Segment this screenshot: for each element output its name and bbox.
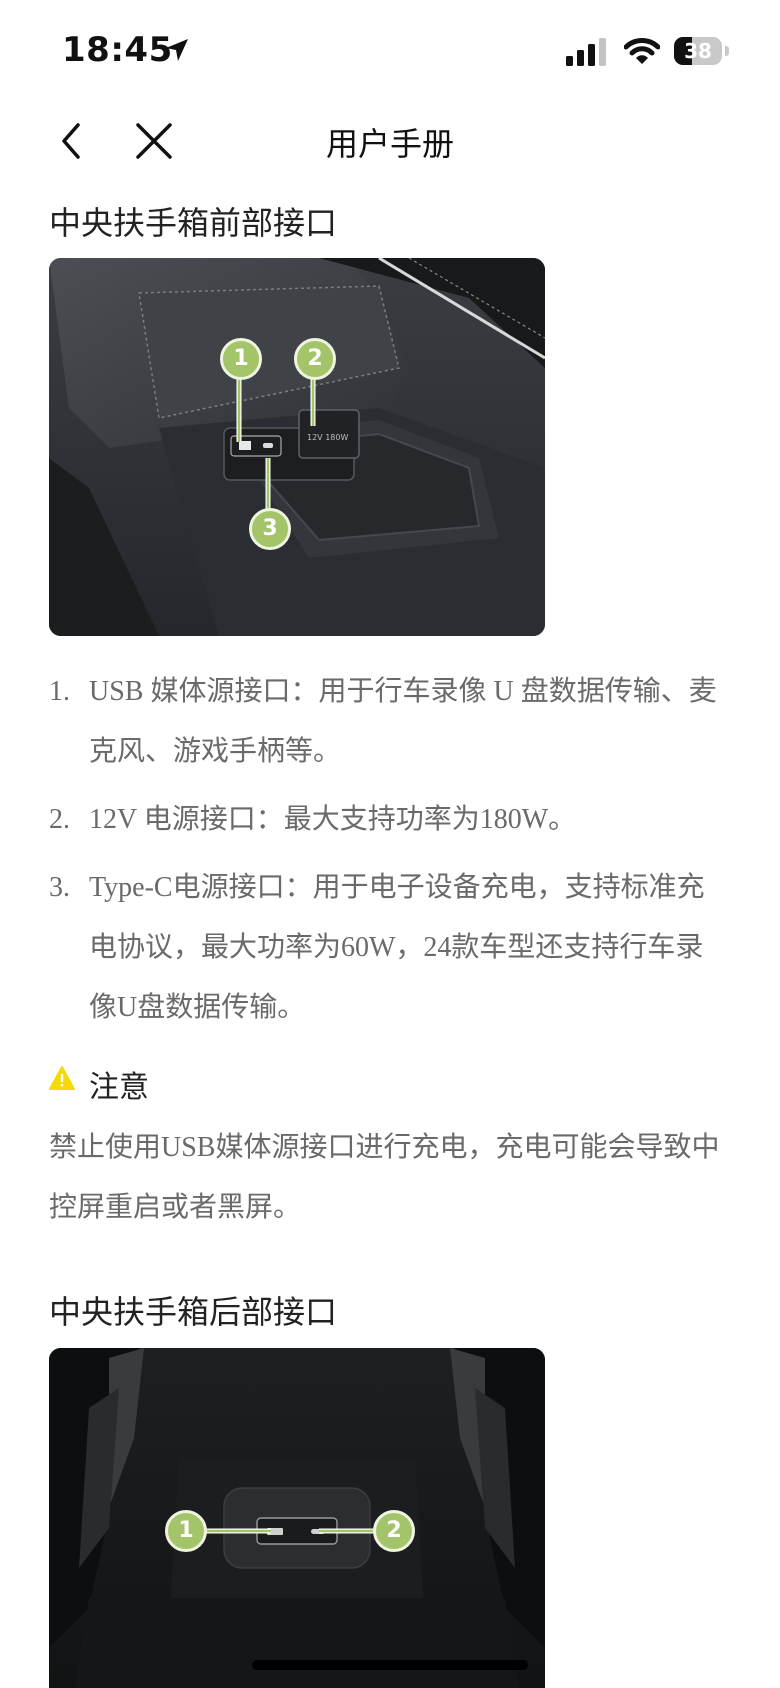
nav-bar: 用户手册	[0, 105, 780, 175]
note-text: 禁止使用USB媒体源接口进行充电，充电可能会导致中控屏重启或者黑屏。	[49, 1132, 720, 1223]
rear-callout-1: 1	[165, 1510, 207, 1552]
rear-callout-2: 2	[373, 1510, 415, 1552]
svg-text:12V 180W: 12V 180W	[307, 433, 348, 442]
front-section-title: 中央扶手箱前部接口	[49, 204, 338, 242]
warning-icon	[49, 1066, 75, 1090]
callout-3: 3	[249, 508, 291, 550]
list-item-text: 12V 电源接口：最大支持功率为180W。	[89, 804, 577, 835]
note-label: 注意	[89, 1070, 149, 1105]
list-item-number: 3.	[49, 872, 70, 903]
list-item: 1. USB 媒体源接口：用于行车录像 U 盘数据传输、麦克风、游戏手柄等。	[49, 662, 729, 782]
status-time: 18:45	[62, 30, 173, 70]
list-item: 3. Type-C电源接口：用于电子设备充电，支持标准充电协议，最大功率为60W…	[49, 858, 729, 1038]
location-arrow-icon	[166, 39, 188, 61]
list-item-number: 2.	[49, 804, 70, 835]
callout-1: 1	[220, 338, 262, 380]
cellular-signal-icon	[566, 38, 606, 66]
home-indicator[interactable]	[252, 1660, 528, 1670]
list-item-text: USB 媒体源接口：用于行车录像 U 盘数据传输、麦克风、游戏手柄等。	[89, 676, 717, 767]
page-title: 用户手册	[325, 125, 454, 163]
status-bar: 18:45 38	[0, 0, 780, 100]
list-item-text: Type-C电源接口：用于电子设备充电，支持标准充电协议，最大功率为60W，24…	[89, 872, 705, 1023]
front-ports-illustration: 12V 180W	[49, 258, 545, 636]
port-description-list: 1. USB 媒体源接口：用于行车录像 U 盘数据传输、麦克风、游戏手柄等。 2…	[49, 662, 729, 1046]
rear-section-title: 中央扶手箱后部接口	[49, 1293, 338, 1331]
list-item-number: 1.	[49, 676, 70, 707]
rear-ports-photo: 1 2	[49, 1348, 545, 1688]
wifi-icon	[624, 38, 660, 64]
callout-2: 2	[294, 338, 336, 380]
battery-level: 38	[684, 39, 712, 63]
front-ports-photo: 12V 180W 1 2 3	[49, 258, 545, 636]
list-item: 2. 12V 电源接口：最大支持功率为180W。	[49, 790, 729, 850]
rear-ports-illustration	[49, 1348, 545, 1688]
battery-icon: 38	[674, 37, 729, 65]
